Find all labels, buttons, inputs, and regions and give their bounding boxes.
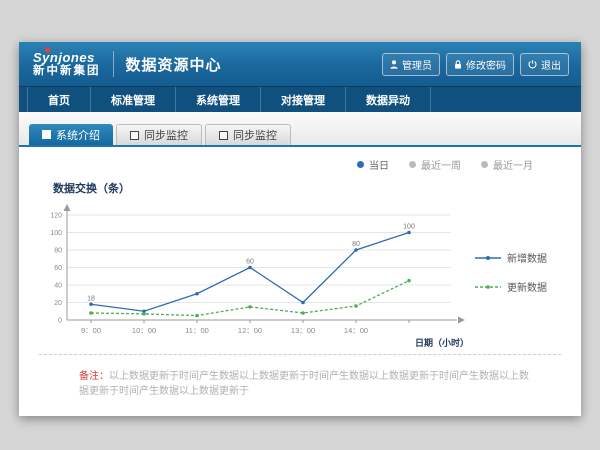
svg-text:120: 120 (50, 213, 62, 220)
legend-label: 新增数据 (507, 250, 547, 265)
tab-strip: 系统介绍 同步监控 同步监控 (19, 112, 581, 147)
document-icon (130, 131, 139, 140)
tab-label: 同步监控 (144, 127, 188, 143)
filter-label: 当日 (369, 157, 389, 172)
radio-dot-icon (357, 161, 364, 168)
filter-label: 最近一月 (493, 157, 533, 172)
svg-text:40: 40 (54, 283, 62, 290)
green-dashed-sample-icon (475, 283, 501, 291)
radio-dot-icon (409, 161, 416, 168)
change-password-button[interactable]: 修改密码 (446, 53, 514, 76)
svg-text:100: 100 (50, 230, 62, 237)
svg-text:60: 60 (54, 265, 62, 272)
svg-text:14：00: 14：00 (344, 326, 368, 335)
page-title: 数据资源中心 (126, 54, 222, 75)
series-legend: 新增数据 更新数据 (475, 250, 547, 294)
svg-text:9：00: 9：00 (81, 326, 101, 335)
footnote-prefix: 备注： (79, 371, 109, 382)
svg-text:80: 80 (54, 248, 62, 255)
legend-item-update-data: 更新数据 (475, 279, 547, 294)
line-chart: 0 20 40 60 80 100 120 9：00 10：00 11：00 12：00 13：00 1… (39, 198, 471, 350)
legend-item-new-data: 新增数据 (475, 250, 547, 265)
footnote: 备注：以上数据更新于时间产生数据以上数据更新于时间产生数据以上数据更新于时间产生… (39, 354, 561, 399)
nav-item-integration-mgmt[interactable]: 对接管理 (261, 87, 346, 112)
chart-area: 0 20 40 60 80 100 120 9：00 10：00 11：00 12：00 13：00 1… (39, 198, 561, 350)
svg-text:60: 60 (246, 259, 254, 266)
power-icon (528, 60, 537, 69)
change-password-label: 修改密码 (466, 57, 506, 72)
nav-item-system-mgmt[interactable]: 系统管理 (176, 87, 261, 112)
svg-text:18: 18 (87, 295, 95, 302)
logo-subtitle: 新中新集团 (33, 65, 101, 77)
chart-panel: 当日 最近一周 最近一月 数据交换（条） 0 20 40 60 80 100 120 9：00… (19, 147, 581, 399)
tab-sync-monitor-2[interactable]: 同步监控 (205, 124, 291, 145)
footnote-text: 以上数据更新于时间产生数据以上数据更新于时间产生数据以上数据更新于时间产生数据以… (79, 371, 529, 397)
filter-label: 最近一周 (421, 157, 461, 172)
main-nav: 首页 标准管理 系统管理 对接管理 数据异动 (19, 86, 581, 112)
legend-label: 更新数据 (507, 279, 547, 294)
svg-text:13：00: 13：00 (291, 326, 315, 335)
svg-text:11：00: 11：00 (185, 326, 209, 335)
svg-text:20: 20 (54, 300, 62, 307)
radio-dot-icon (481, 161, 488, 168)
filter-today[interactable]: 当日 (357, 157, 389, 172)
company-logo: Synjones ✱ 新中新集团 (33, 51, 101, 77)
document-icon (42, 130, 51, 139)
svg-text:10：00: 10：00 (132, 326, 156, 335)
header-bar: Synjones ✱ 新中新集团 数据资源中心 管理员 修改密码 (19, 42, 581, 86)
tab-label: 同步监控 (233, 127, 277, 143)
header-divider (113, 51, 114, 77)
admin-label: 管理员 (402, 57, 432, 72)
logout-button[interactable]: 退出 (520, 53, 569, 76)
filter-last-month[interactable]: 最近一月 (481, 157, 533, 172)
app-window: Synjones ✱ 新中新集团 数据资源中心 管理员 修改密码 (19, 42, 581, 416)
document-icon (219, 131, 228, 140)
filter-last-week[interactable]: 最近一周 (409, 157, 461, 172)
svg-text:日期（小时）: 日期（小时） (415, 337, 469, 348)
tab-label: 系统介绍 (56, 127, 100, 143)
nav-item-standard-mgmt[interactable]: 标准管理 (91, 87, 176, 112)
time-range-filters: 当日 最近一周 最近一月 (39, 157, 561, 172)
header-actions: 管理员 修改密码 退出 (382, 53, 569, 76)
user-icon (390, 60, 398, 69)
admin-button[interactable]: 管理员 (382, 53, 440, 76)
y-axis-title: 数据交换（条） (53, 180, 561, 196)
nav-item-home[interactable]: 首页 (27, 87, 91, 112)
tab-sync-monitor-1[interactable]: 同步监控 (116, 124, 202, 145)
logo-star-icon: ✱ (44, 46, 52, 55)
svg-text:80: 80 (352, 241, 360, 248)
blue-line-sample-icon (475, 254, 501, 262)
svg-text:0: 0 (58, 318, 62, 325)
tab-system-intro[interactable]: 系统介绍 (29, 124, 113, 145)
svg-text:12：00: 12：00 (238, 326, 262, 335)
lock-icon (454, 60, 462, 69)
nav-item-data-change[interactable]: 数据异动 (346, 87, 431, 112)
svg-text:100: 100 (403, 224, 415, 231)
logout-label: 退出 (541, 57, 561, 72)
